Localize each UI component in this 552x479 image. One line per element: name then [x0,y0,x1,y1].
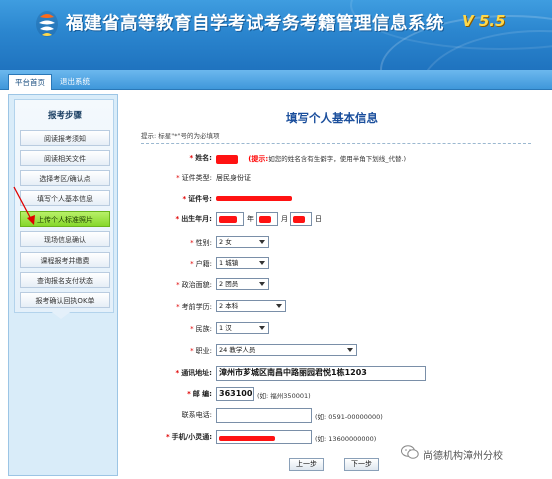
occupation-label: * 职业: [190,347,212,355]
gender-select[interactable]: 2 女 [216,236,269,248]
row-name: * 姓名: (提示:如您的姓名含有生僻字，使用半角下划线_代替.) [132,151,548,166]
prev-step-button[interactable]: 上一步 [289,458,324,471]
birth-day-unit: 日 [315,215,322,223]
education-select[interactable]: 2 本科 [216,300,286,312]
occupation-select[interactable]: 24 教学人员 [216,344,357,356]
id-number-value [216,194,292,202]
watermark: 尚德机构漳州分校 [401,445,551,462]
id-number-label: * 证件号: [182,195,212,203]
household-select[interactable]: 1 城镇 [216,257,269,269]
row-phone: 联系电话: (如: 0591-00000000) [132,408,548,423]
address-input[interactable]: 漳州市芗城区南昌中路丽园君悦1栋1203 [216,366,426,381]
birth-day-redaction [293,215,305,223]
birth-label: * 出生年月: [175,215,212,223]
mobile-label: * 手机/小灵通: [165,433,212,441]
step-select-exam-area[interactable]: 选择考区/确认点 [20,170,110,186]
step-course-register-pay[interactable]: 课程报考并缴费 [20,252,110,268]
id-type-value: 居民身份证 [216,174,251,182]
main-form-area: 填写个人基本信息 提示: 标星"*"号的为必填项 * 姓名: (提示:如您的姓名含… [132,96,548,478]
row-id-number: * 证件号: [132,192,548,207]
watermark-text: 尚德机构漳州分校 [423,451,503,462]
app-header: 福建省高等教育自学考试考务考籍管理信息系统 V 5.5 [0,0,552,70]
row-address: * 通讯地址: 漳州市芗城区南昌中路丽园君悦1栋1203 [132,366,548,381]
birth-day-input[interactable] [290,212,312,226]
tab-platform-home[interactable]: 平台首页 [8,74,52,90]
postal-label: * 邮 编: [187,390,212,398]
address-label: * 通讯地址: [175,369,212,377]
sidebar: 报考步骤 阅读报考须知 阅读相关文件 选择考区/确认点 填写个人基本信息 上传个… [8,94,118,476]
mobile-input[interactable] [216,430,312,444]
red-arrow-annotation-icon [13,186,35,225]
birth-month-input[interactable] [256,212,278,226]
page-title: 填写个人基本信息 [286,111,378,125]
postal-hint: (如: 福州350001) [257,392,311,400]
name-value: (提示:如您的姓名含有生僻字，使用半角下划线_代替.) [216,153,406,164]
gender-label: * 性别: [190,239,212,247]
chevron-down-icon [259,261,265,265]
system-logo-icon [36,11,58,37]
row-occupation: * 职业: 24 教学人员 [132,344,548,359]
step-read-notice[interactable]: 阅读报考须知 [20,130,110,146]
birth-year-unit: 年 [247,215,254,223]
education-label: * 考前学历: [176,303,212,311]
ethnic-select[interactable]: 1 汉 [216,322,269,334]
name-redaction [216,154,238,164]
birth-year-redaction [219,215,237,223]
row-birth: * 出生年月: 年 月 日 [132,212,548,227]
system-version: V 5.5 [462,12,506,30]
id-type-label: * 证件类型: [176,174,212,182]
household-label: * 户籍: [190,260,212,268]
row-education: * 考前学历: 2 本科 [132,300,548,315]
mobile-hint: (如: 13600000000) [315,435,377,443]
ethnic-label: * 民族: [190,325,212,333]
row-ethnic: * 民族: 1 汉 [132,322,548,337]
chevron-down-icon [259,240,265,244]
political-label: * 政治面貌: [176,281,212,289]
step-read-documents[interactable]: 阅读相关文件 [20,150,110,166]
id-number-redaction [216,195,292,201]
required-hint: 提示: 标星"*"号的为必填项 [141,130,531,144]
next-step-button[interactable]: 下一步 [344,458,379,471]
mobile-redaction [219,436,275,441]
steps-panel-pointer [49,310,73,319]
step-confirm-receipt[interactable]: 报考确认回执OK单 [20,292,110,308]
phone-hint: (如: 0591-00000000) [315,413,383,421]
tab-exit-system[interactable]: 退出系统 [54,74,96,90]
row-mobile: * 手机/小灵通: (如: 13600000000) [132,430,548,445]
wechat-icon [401,445,419,459]
row-postal: * 邮 编: 363100 (如: 福州350001) [132,387,548,402]
steps-title: 报考步骤 [47,111,82,121]
top-nav-bar: 平台首页 退出系统 [0,70,552,90]
row-household: * 户籍: 1 城镇 [132,257,548,272]
phone-input[interactable] [216,408,312,423]
political-select[interactable]: 2 团员 [216,278,269,290]
birth-year-input[interactable] [216,212,244,226]
step-onsite-confirm[interactable]: 现场信息确认 [20,231,110,247]
birth-month-redaction [259,215,271,223]
chevron-down-icon [276,304,282,308]
step-query-payment[interactable]: 查询报名支付状态 [20,272,110,288]
row-political: * 政治面貌: 2 团员 [132,278,548,293]
chevron-down-icon [259,282,265,286]
chevron-down-icon [347,348,353,352]
chevron-down-icon [259,326,265,330]
birth-month-unit: 月 [281,215,288,223]
name-label: * 姓名: [189,154,212,162]
system-title: 福建省高等教育自学考试考务考籍管理信息系统 [66,14,444,34]
row-gender: * 性别: 2 女 [132,236,548,251]
postal-input[interactable]: 363100 [216,387,254,401]
row-id-type: * 证件类型: 居民身份证 [132,171,548,186]
phone-label: 联系电话: [181,411,212,419]
